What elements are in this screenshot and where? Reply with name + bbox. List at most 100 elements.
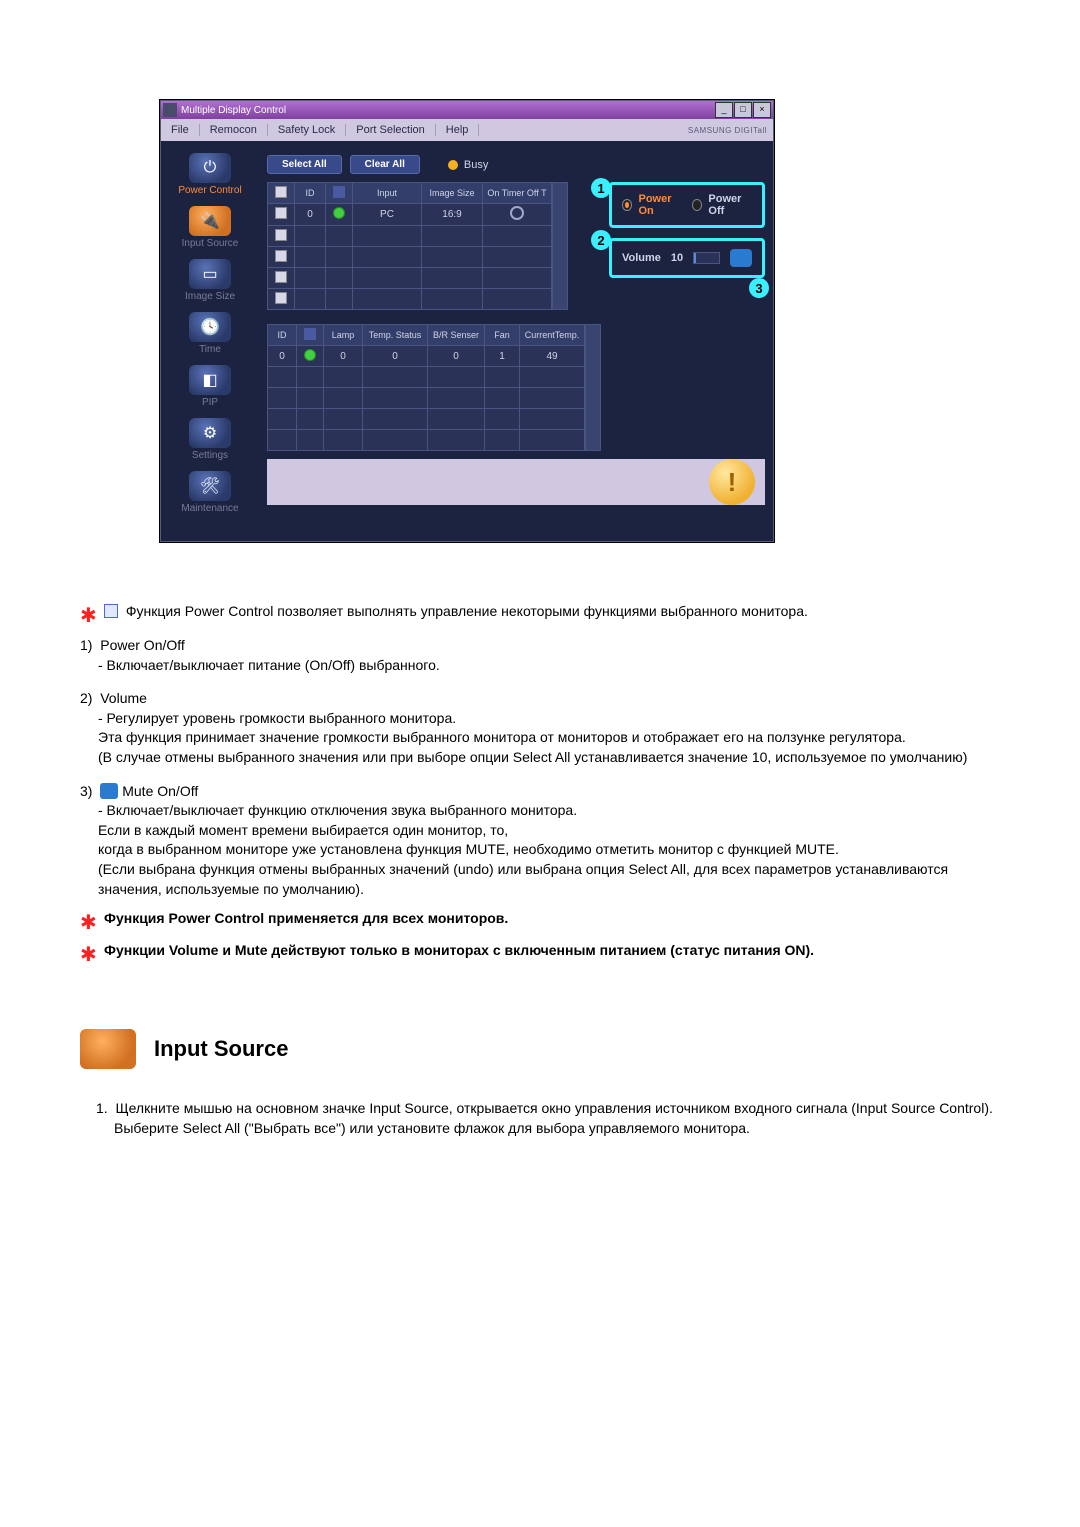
col-id: ID xyxy=(295,183,326,204)
sidebar-item-label: PIP xyxy=(202,397,218,408)
star-icon: ✱ xyxy=(80,909,104,937)
menu-help[interactable]: Help xyxy=(436,124,480,136)
busy-label: Busy xyxy=(464,159,488,171)
info-bulb-icon: ! xyxy=(709,459,755,505)
cell-ct: 49 xyxy=(520,346,585,367)
col-id: ID xyxy=(268,325,297,346)
scrollbar[interactable] xyxy=(585,324,601,451)
maximize-button[interactable]: □ xyxy=(734,102,752,118)
sidebar-item-label: Input Source xyxy=(182,238,239,249)
section-heading-input-source: Input Source xyxy=(80,1029,1000,1069)
image-size-icon: ▭ xyxy=(189,259,231,289)
item3-line3: (Если выбрана функция отмены выбранных з… xyxy=(80,860,1000,899)
intro-text: Функция Power Control позволяет выполнят… xyxy=(126,603,808,619)
star-icon: ✱ xyxy=(80,602,104,630)
col-on-timer: On Timer Off T xyxy=(483,183,552,204)
item2-title: Volume xyxy=(100,690,147,706)
clear-all-button[interactable]: Clear All xyxy=(350,155,420,174)
menu-port-selection[interactable]: Port Selection xyxy=(346,124,435,136)
item2-line1: Эта функция принимает значение громкости… xyxy=(80,728,1000,748)
close-button[interactable]: × xyxy=(753,102,771,118)
busy-dot-icon xyxy=(448,160,458,170)
sidebar-item-input-source[interactable]: 🔌 Input Source xyxy=(171,204,249,253)
maintenance-icon: 🛠 xyxy=(189,471,231,501)
col-br-senser: B/R Senser xyxy=(428,325,485,346)
mute-icon[interactable] xyxy=(730,249,752,267)
mute-inline-icon xyxy=(100,783,118,799)
sidebar-item-label: Time xyxy=(199,344,221,355)
monitor-table-bottom[interactable]: ID Lamp Temp. Status B/R Senser Fan Curr… xyxy=(267,324,585,451)
item3-title: Mute On/Off xyxy=(122,783,198,799)
sidebar-item-maintenance[interactable]: 🛠 Maintenance xyxy=(171,469,249,518)
checkbox-icon xyxy=(104,604,118,618)
radio-dot-icon xyxy=(692,199,702,211)
footer-bar: ! xyxy=(267,459,765,505)
col-temp-status: Temp. Status xyxy=(363,325,428,346)
item3-line1: Если в каждый момент времени выбирается … xyxy=(80,821,1000,841)
title-bar[interactable]: Multiple Display Control _ □ × xyxy=(161,101,773,119)
menu-remocon[interactable]: Remocon xyxy=(200,124,268,136)
callout-1: 1 xyxy=(591,178,611,198)
menu-safety-lock[interactable]: Safety Lock xyxy=(268,124,346,136)
app-icon xyxy=(163,103,177,117)
volume-panel: Volume 10 xyxy=(609,238,765,278)
col-fan: Fan xyxy=(485,325,520,346)
note2: Функции Volume и Mute действуют только в… xyxy=(104,941,1000,961)
main-panel: Select All Clear All Busy xyxy=(259,141,773,541)
sidebar-item-label: Maintenance xyxy=(181,503,238,514)
power-off-radio[interactable]: Power Off xyxy=(692,193,752,217)
item1-line: - Включает/выключает питание (On/Off) вы… xyxy=(80,656,1000,676)
section-title: Input Source xyxy=(154,1034,288,1065)
status-green-icon xyxy=(333,207,345,219)
status-header-icon xyxy=(304,328,316,340)
cell-br: 0 xyxy=(428,346,485,367)
status-green-icon xyxy=(304,349,316,361)
col-input: Input xyxy=(353,183,422,204)
item2-line2: (В случае отмены выбранного значения или… xyxy=(80,748,1000,768)
section2-body1: Щелкните мышью на основном значке Input … xyxy=(115,1100,992,1116)
item3-line0: - Включает/выключает функцию отключения … xyxy=(80,801,1000,821)
select-all-button[interactable]: Select All xyxy=(267,155,342,174)
window-title: Multiple Display Control xyxy=(181,105,286,116)
table-row[interactable]: 0 PC 16:9 xyxy=(268,204,552,226)
radio-dot-icon xyxy=(622,199,632,211)
table-row[interactable]: 0 0 0 0 1 49 xyxy=(268,346,585,367)
sidebar-item-power-control[interactable]: ⏻ Power Control xyxy=(171,151,249,200)
star-icon: ✱ xyxy=(80,941,104,969)
header-checkbox[interactable] xyxy=(275,186,287,198)
col-image-size: Image Size xyxy=(422,183,483,204)
right-control-panel: 1 Power On Power Off 2 xyxy=(609,182,765,278)
power-panel: Power On Power Off xyxy=(609,182,765,228)
power-control-icon: ⏻ xyxy=(189,153,231,183)
item2-line0: - Регулирует уровень громкости выбранног… xyxy=(80,709,1000,729)
cell-id: 0 xyxy=(268,346,297,367)
row-checkbox[interactable] xyxy=(275,207,287,219)
time-icon: 🕓 xyxy=(189,312,231,342)
sidebar-item-image-size[interactable]: ▭ Image Size xyxy=(171,257,249,306)
scrollbar[interactable] xyxy=(552,182,568,310)
cell-id: 0 xyxy=(295,204,326,226)
document-body: ✱ Функция Power Control позволяет выполн… xyxy=(80,602,1000,1138)
callout-3: 3 xyxy=(749,278,769,298)
status-off-icon xyxy=(510,206,524,220)
settings-icon: ⚙ xyxy=(189,418,231,448)
status-header-icon xyxy=(333,186,345,198)
callout-2: 2 xyxy=(591,230,611,250)
sidebar-item-pip[interactable]: ◧ PIP xyxy=(171,363,249,412)
sidebar-item-label: Image Size xyxy=(185,291,235,302)
minimize-button[interactable]: _ xyxy=(715,102,733,118)
sidebar-item-settings[interactable]: ⚙ Settings xyxy=(171,416,249,465)
cell-input: PC xyxy=(353,204,422,226)
volume-slider[interactable] xyxy=(693,252,720,264)
volume-value: 10 xyxy=(671,252,683,264)
item1-title: Power On/Off xyxy=(100,637,185,653)
col-current-temp: CurrentTemp. xyxy=(520,325,585,346)
input-source-section-icon xyxy=(80,1029,136,1069)
busy-indicator: Busy xyxy=(448,159,488,171)
power-on-label: Power On xyxy=(638,193,682,217)
power-on-radio[interactable]: Power On xyxy=(622,193,682,217)
pip-icon: ◧ xyxy=(189,365,231,395)
sidebar-item-time[interactable]: 🕓 Time xyxy=(171,310,249,359)
menu-file[interactable]: File xyxy=(161,124,200,136)
monitor-table-top[interactable]: ID Input Image Size On Timer Off T 0 PC xyxy=(267,182,552,310)
